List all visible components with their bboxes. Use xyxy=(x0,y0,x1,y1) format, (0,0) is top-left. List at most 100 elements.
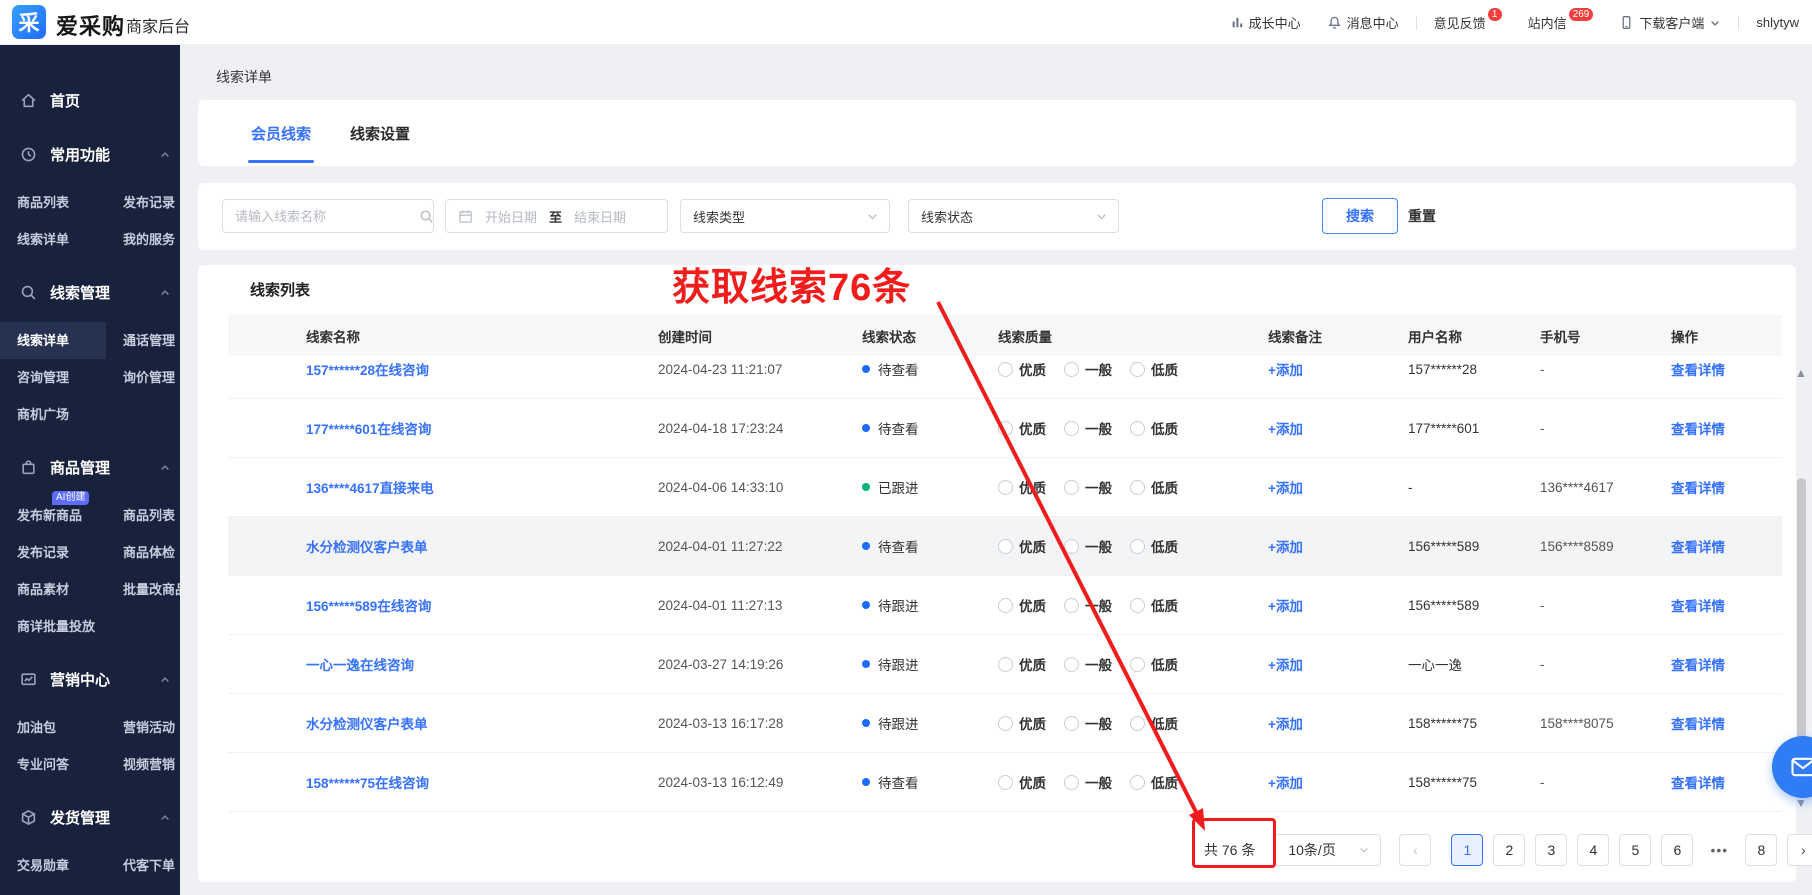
quality-radio-option[interactable]: 优质 xyxy=(998,359,1046,379)
pagination-page-5[interactable]: 5 xyxy=(1619,834,1651,866)
sidebar-item[interactable]: 询价管理 xyxy=(106,359,180,396)
quality-radio-option[interactable]: 优质 xyxy=(998,418,1046,438)
sidebar-section-header[interactable]: 常用功能 xyxy=(0,134,180,174)
top-nav-item[interactable]: 下载客户端 xyxy=(1619,13,1721,32)
sidebar-item[interactable]: 线索详单 xyxy=(0,221,106,258)
view-detail-link[interactable]: 查看详情 xyxy=(1671,363,1725,378)
pagination-ellipsis[interactable]: ••• xyxy=(1703,842,1735,858)
pagination-page-4[interactable]: 4 xyxy=(1577,834,1609,866)
sidebar-item-home[interactable]: 首页 xyxy=(0,80,180,120)
quality-radio-option[interactable]: 低质 xyxy=(1130,359,1178,379)
quality-radio-option[interactable]: 一般 xyxy=(1064,477,1112,497)
quality-radio-option[interactable]: 低质 xyxy=(1130,595,1178,615)
view-detail-link[interactable]: 查看详情 xyxy=(1671,658,1725,673)
quality-radio-option[interactable]: 一般 xyxy=(1064,713,1112,733)
reset-button[interactable]: 重置 xyxy=(1408,198,1436,234)
sidebar-item[interactable]: 加油包 xyxy=(0,709,106,746)
sidebar-item[interactable]: 商品体检 xyxy=(106,534,180,571)
view-detail-link[interactable]: 查看详情 xyxy=(1671,717,1725,732)
quality-radio-option[interactable]: 低质 xyxy=(1130,772,1178,792)
sidebar-item[interactable]: 代客下单 xyxy=(106,847,180,884)
lead-name-link[interactable]: 136****4617直接来电 xyxy=(306,481,434,496)
sidebar-item[interactable]: 线索详单 xyxy=(0,322,106,359)
quality-radio-option[interactable]: 优质 xyxy=(998,713,1046,733)
sidebar-item[interactable]: 我的服务 xyxy=(106,221,180,258)
view-detail-link[interactable]: 查看详情 xyxy=(1671,599,1725,614)
quality-radio-option[interactable]: 优质 xyxy=(998,772,1046,792)
sidebar-item[interactable]: 商机广场 xyxy=(0,396,106,433)
quality-radio-option[interactable]: 一般 xyxy=(1064,418,1112,438)
sidebar-item[interactable]: 交易勋章 xyxy=(0,847,106,884)
quality-radio-option[interactable]: 优质 xyxy=(998,477,1046,497)
top-nav-item[interactable]: 成长中心 xyxy=(1229,13,1301,32)
sidebar-item[interactable]: 商品素材 xyxy=(0,571,106,608)
view-detail-link[interactable]: 查看详情 xyxy=(1671,540,1725,555)
quality-radio-option[interactable]: 一般 xyxy=(1064,772,1112,792)
sidebar-item[interactable]: 批量改商品 xyxy=(106,571,180,608)
sidebar-item[interactable]: 发布记录 xyxy=(0,534,106,571)
add-remark-link[interactable]: +添加 xyxy=(1268,540,1303,555)
lead-name-input[interactable] xyxy=(223,209,419,224)
sidebar-item[interactable]: 咨询管理 xyxy=(0,359,106,396)
sidebar-item[interactable]: 通话管理 xyxy=(106,322,180,359)
sidebar-item[interactable]: 发布记录 xyxy=(106,184,180,221)
pagination-page-6[interactable]: 6 xyxy=(1661,834,1693,866)
lead-name-link[interactable]: 一心一逸在线咨询 xyxy=(306,658,414,673)
sidebar-section-header[interactable]: 发货管理 xyxy=(0,797,180,837)
brand-logo-icon[interactable]: 采 xyxy=(12,5,46,39)
top-nav-item[interactable]: 意见反馈1 xyxy=(1434,13,1502,32)
add-remark-link[interactable]: +添加 xyxy=(1268,658,1303,673)
sidebar-section-header[interactable]: 线索管理 xyxy=(0,272,180,312)
sidebar-item[interactable]: 营销活动 xyxy=(106,709,180,746)
lead-name-link[interactable]: 水分检测仪客户表单 xyxy=(306,540,428,555)
lead-name-link[interactable]: 156*****589在线咨询 xyxy=(306,599,431,614)
date-range-picker[interactable]: 开始日期 至 结束日期 xyxy=(445,199,668,233)
add-remark-link[interactable]: +添加 xyxy=(1268,422,1303,437)
sidebar-item[interactable]: 商品列表 xyxy=(106,497,180,534)
sidebar-item[interactable]: 视频营销 xyxy=(106,746,180,783)
view-detail-link[interactable]: 查看详情 xyxy=(1671,481,1725,496)
view-detail-link[interactable]: 查看详情 xyxy=(1671,776,1725,791)
view-detail-link[interactable]: 查看详情 xyxy=(1671,422,1725,437)
scrollbar-up-arrow[interactable]: ▲ xyxy=(1795,366,1807,380)
quality-radio-option[interactable]: 一般 xyxy=(1064,654,1112,674)
quality-radio-option[interactable]: 低质 xyxy=(1130,654,1178,674)
pagination-prev-button[interactable]: ‹ xyxy=(1399,834,1431,866)
pagination-page-1[interactable]: 1 xyxy=(1451,834,1483,866)
top-nav-item[interactable]: 站内信269 xyxy=(1528,13,1594,32)
add-remark-link[interactable]: +添加 xyxy=(1268,363,1303,378)
pagination-page-8[interactable]: 8 xyxy=(1745,834,1777,866)
quality-radio-option[interactable]: 一般 xyxy=(1064,595,1112,615)
add-remark-link[interactable]: +添加 xyxy=(1268,776,1303,791)
page-size-select[interactable]: 10条/页 xyxy=(1273,834,1381,866)
lead-name-link[interactable]: 157******28在线咨询 xyxy=(306,363,429,378)
quality-radio-option[interactable]: 优质 xyxy=(998,536,1046,556)
pagination-page-2[interactable]: 2 xyxy=(1493,834,1525,866)
sidebar-item[interactable]: 商详批量投放 xyxy=(0,608,106,645)
top-nav-item[interactable]: 消息中心 xyxy=(1327,13,1399,32)
top-nav-item[interactable]: shlytyw xyxy=(1756,15,1799,30)
lead-name-link[interactable]: 158******75在线咨询 xyxy=(306,776,429,791)
quality-radio-option[interactable]: 低质 xyxy=(1130,418,1178,438)
sidebar-section-header[interactable]: 商品管理 xyxy=(0,447,180,487)
add-remark-link[interactable]: +添加 xyxy=(1268,599,1303,614)
sidebar-item[interactable]: 发布新商品AI创建 xyxy=(0,497,106,534)
quality-radio-option[interactable]: 低质 xyxy=(1130,477,1178,497)
add-remark-link[interactable]: +添加 xyxy=(1268,717,1303,732)
sidebar-section-header[interactable]: 营销中心 xyxy=(0,659,180,699)
add-remark-link[interactable]: +添加 xyxy=(1268,481,1303,496)
quality-radio-option[interactable]: 优质 xyxy=(998,595,1046,615)
scrollbar-down-arrow[interactable]: ▼ xyxy=(1795,796,1807,810)
lead-name-link[interactable]: 水分检测仪客户表单 xyxy=(306,717,428,732)
sidebar-item[interactable]: 商品列表 xyxy=(0,184,106,221)
sidebar-item[interactable]: 专业问答 xyxy=(0,746,106,783)
quality-radio-option[interactable]: 低质 xyxy=(1130,536,1178,556)
tab-member-leads[interactable]: 会员线索 xyxy=(251,100,311,166)
pagination-page-3[interactable]: 3 xyxy=(1535,834,1567,866)
pagination-next-button[interactable]: › xyxy=(1787,834,1812,866)
lead-status-select[interactable]: 线索状态 xyxy=(908,199,1119,233)
tab-lead-settings[interactable]: 线索设置 xyxy=(350,100,410,166)
lead-name-link[interactable]: 177*****601在线咨询 xyxy=(306,422,431,437)
quality-radio-option[interactable]: 一般 xyxy=(1064,536,1112,556)
quality-radio-option[interactable]: 一般 xyxy=(1064,359,1112,379)
